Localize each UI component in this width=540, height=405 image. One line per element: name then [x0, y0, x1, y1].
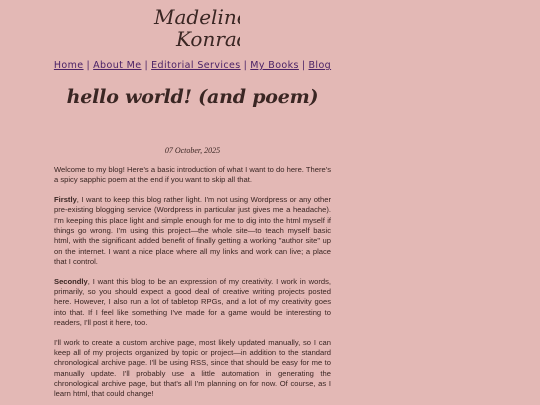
post-title: hello world! (and poem) [66, 86, 319, 108]
logo-line-2: Konrad [175, 27, 240, 51]
nav-separator: | [243, 60, 248, 71]
paragraph-lead: Firstly [54, 195, 77, 205]
post-paragraph: I'll work to create a custom archive pag… [54, 338, 331, 400]
paragraph-text: Welcome to my blog! Here's a basic intro… [54, 165, 331, 185]
paragraph-lead: Secondly [54, 276, 88, 286]
post-date: 07 October, 2025 [164, 146, 221, 155]
post-paragraph: Firstly, I want to keep this blog rather… [54, 195, 331, 267]
nav-editorial-link[interactable]: Editorial Services [151, 60, 241, 71]
nav-blog-link[interactable]: Blog [308, 60, 331, 71]
paragraph-text: , I want this blog to be an expression o… [54, 276, 331, 327]
nav-about-link[interactable]: About Me [93, 60, 141, 71]
paragraph-text: , I want to keep this blog rather light.… [54, 195, 331, 266]
nav-books-link[interactable]: My Books [250, 60, 299, 71]
nav-separator: | [144, 60, 149, 71]
nav-separator: | [86, 60, 91, 71]
logo-line-1: Madeline [153, 5, 240, 29]
site-logo-signature: Madeline Konrad [153, 5, 240, 51]
post-paragraph: Welcome to my blog! Here's a basic intro… [54, 165, 331, 186]
post-paragraph: Secondly, I want this blog to be an expr… [54, 277, 331, 328]
paragraph-text: I'll work to create a custom archive pag… [54, 337, 331, 399]
nav-separator: | [301, 60, 306, 71]
main-nav: Home | About Me | Editorial Services | My Book… [0, 60, 385, 71]
post-body: Welcome to my blog! Here's a basic intro… [54, 165, 331, 405]
site-logo[interactable]: Madeline Konrad [150, 2, 240, 54]
nav-home-link[interactable]: Home [54, 60, 84, 71]
